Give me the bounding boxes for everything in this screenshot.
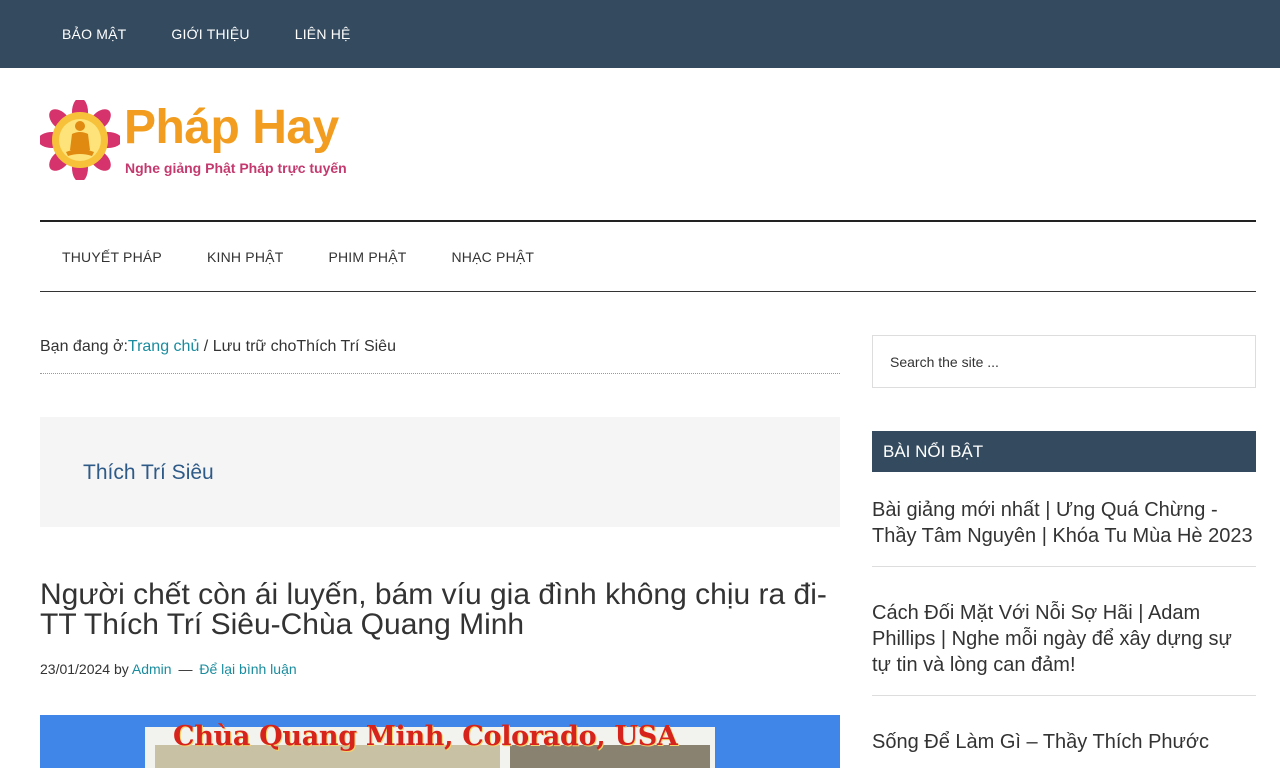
featured-post-link[interactable]: Sống Để Làm Gì – Thầy Thích Phước: [872, 731, 1209, 753]
site-tagline: Nghe giảng Phật Pháp trực tuyến: [125, 160, 347, 176]
post-title-link[interactable]: Người chết còn ái luyến, bám víu gia đìn…: [40, 578, 827, 641]
post-comment-link[interactable]: Để lại bình luận: [199, 661, 296, 677]
breadcrumb-prefix: Bạn đang ở:: [40, 338, 128, 355]
post-title[interactable]: Người chết còn ái luyến, bám víu gia đìn…: [40, 580, 840, 640]
breadcrumb-archive-prefix: Lưu trữ cho: [212, 338, 297, 355]
top-nav-contact[interactable]: LIÊN HỆ: [273, 26, 374, 42]
featured-post-item: Cách Đối Mặt Với Nỗi Sợ Hãi | Adam Phill…: [872, 600, 1256, 696]
site-title: Pháp Hay: [124, 101, 339, 154]
post-meta-dash: —: [178, 661, 193, 677]
featured-post-item: Bài giảng mới nhất | Ưng Quá Chừng - Thầ…: [872, 497, 1256, 567]
breadcrumb-current: Thích Trí Siêu: [296, 338, 396, 355]
post-author-link[interactable]: Admin: [132, 661, 172, 677]
nav-music[interactable]: NHẠC PHẬT: [429, 249, 557, 265]
top-nav-privacy[interactable]: BẢO MẬT: [40, 26, 149, 42]
archive-description: Thích Trí Siêu: [40, 417, 840, 527]
featured-post-item: Sống Để Làm Gì – Thầy Thích Phước: [872, 729, 1256, 768]
featured-widget-title: BÀI NỔI BẬT: [872, 431, 1256, 472]
top-nav: BẢO MẬT GIỚI THIỆU LIÊN HỆ: [40, 0, 374, 68]
post-date: 23/01/2024: [40, 661, 111, 677]
site-logo[interactable]: Pháp Hay Nghe giảng Phật Pháp trực tuyến: [40, 98, 370, 188]
nav-films[interactable]: PHIM PHẬT: [306, 249, 429, 265]
breadcrumb-home-link[interactable]: Trang chủ: [128, 338, 199, 355]
post-by: by: [113, 661, 129, 677]
post-featured-image[interactable]: Chùa Quang Minh, Colorado, USA: [40, 715, 840, 768]
featured-posts-list: Bài giảng mới nhất | Ưng Quá Chừng - Thầ…: [872, 497, 1256, 768]
top-bar: BẢO MẬT GIỚI THIỆU LIÊN HỆ: [0, 0, 1280, 68]
search-input[interactable]: [872, 335, 1256, 388]
post-meta: 23/01/2024 by Admin — Để lại bình luận: [40, 661, 297, 677]
archive-title: Thích Trí Siêu: [83, 461, 214, 484]
top-nav-about[interactable]: GIỚI THIỆU: [149, 26, 272, 42]
image-caption: Chùa Quang Minh, Colorado, USA: [173, 721, 678, 752]
breadcrumb: Bạn đang ở:Trang chủ / Lưu trữ choThích …: [40, 338, 840, 374]
nav-sermons[interactable]: THUYẾT PHÁP: [40, 249, 185, 265]
lotus-buddha-icon: [40, 100, 120, 180]
featured-post-link[interactable]: Bài giảng mới nhất | Ưng Quá Chừng - Thầ…: [872, 499, 1253, 547]
main-nav: THUYẾT PHÁP KINH PHẬT PHIM PHẬT NHẠC PHẬ…: [40, 220, 1256, 292]
featured-post-link[interactable]: Cách Đối Mặt Với Nỗi Sợ Hãi | Adam Phill…: [872, 602, 1232, 676]
breadcrumb-separator: /: [199, 338, 213, 355]
nav-sutras[interactable]: KINH PHẬT: [185, 249, 306, 265]
